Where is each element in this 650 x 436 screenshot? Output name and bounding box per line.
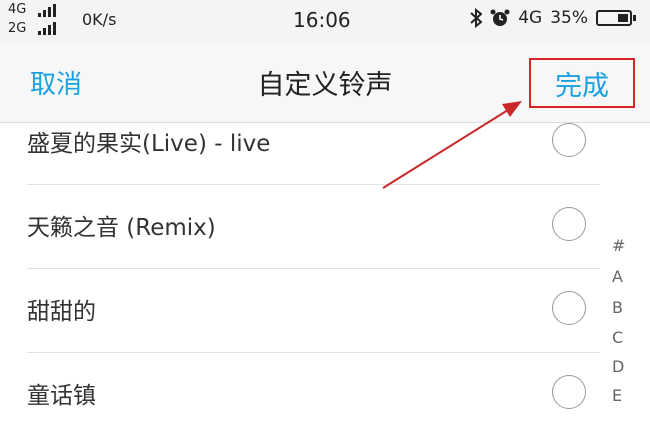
index-letter[interactable]: B — [612, 298, 623, 317]
network-type-right: 4G — [518, 8, 543, 28]
battery-level — [618, 14, 628, 22]
index-letter[interactable]: A — [612, 267, 623, 286]
list-item[interactable]: 甜甜的 — [27, 268, 600, 353]
radio-button[interactable] — [552, 375, 586, 409]
song-title: 盛夏的果实(Live) - live — [27, 131, 271, 157]
index-letter[interactable]: E — [612, 386, 622, 405]
status-bar: 4G 2G 0K/s 16:06 4G 35% — [0, 0, 650, 42]
index-letter[interactable]: D — [612, 357, 624, 376]
index-letter[interactable]: # — [612, 236, 625, 255]
song-title: 童话镇 — [27, 383, 96, 409]
network-speed: 0K/s — [82, 10, 117, 29]
song-title: 天籁之音 (Remix) — [27, 215, 216, 241]
network-type-1: 4G — [8, 2, 27, 17]
list-item[interactable]: 盛夏的果实(Live) - live — [27, 100, 600, 185]
radio-button[interactable] — [552, 291, 586, 325]
song-title: 甜甜的 — [27, 299, 96, 325]
status-time: 16:06 — [293, 8, 351, 32]
done-button-label: 完成 — [555, 70, 609, 102]
index-letter[interactable]: C — [612, 328, 623, 347]
list-item[interactable]: 童话镇 — [27, 352, 600, 436]
signal-icon — [38, 22, 56, 35]
bluetooth-icon — [470, 8, 483, 28]
network-type-2: 2G — [8, 21, 27, 36]
battery-icon — [596, 10, 636, 26]
signal-icon — [38, 4, 56, 17]
status-icons: 4G 35% — [470, 8, 636, 28]
battery-percent: 35% — [550, 8, 588, 28]
radio-button[interactable] — [552, 123, 586, 157]
alarm-icon — [490, 9, 510, 26]
list-item[interactable]: 天籁之音 (Remix) — [27, 184, 600, 269]
radio-button[interactable] — [552, 207, 586, 241]
